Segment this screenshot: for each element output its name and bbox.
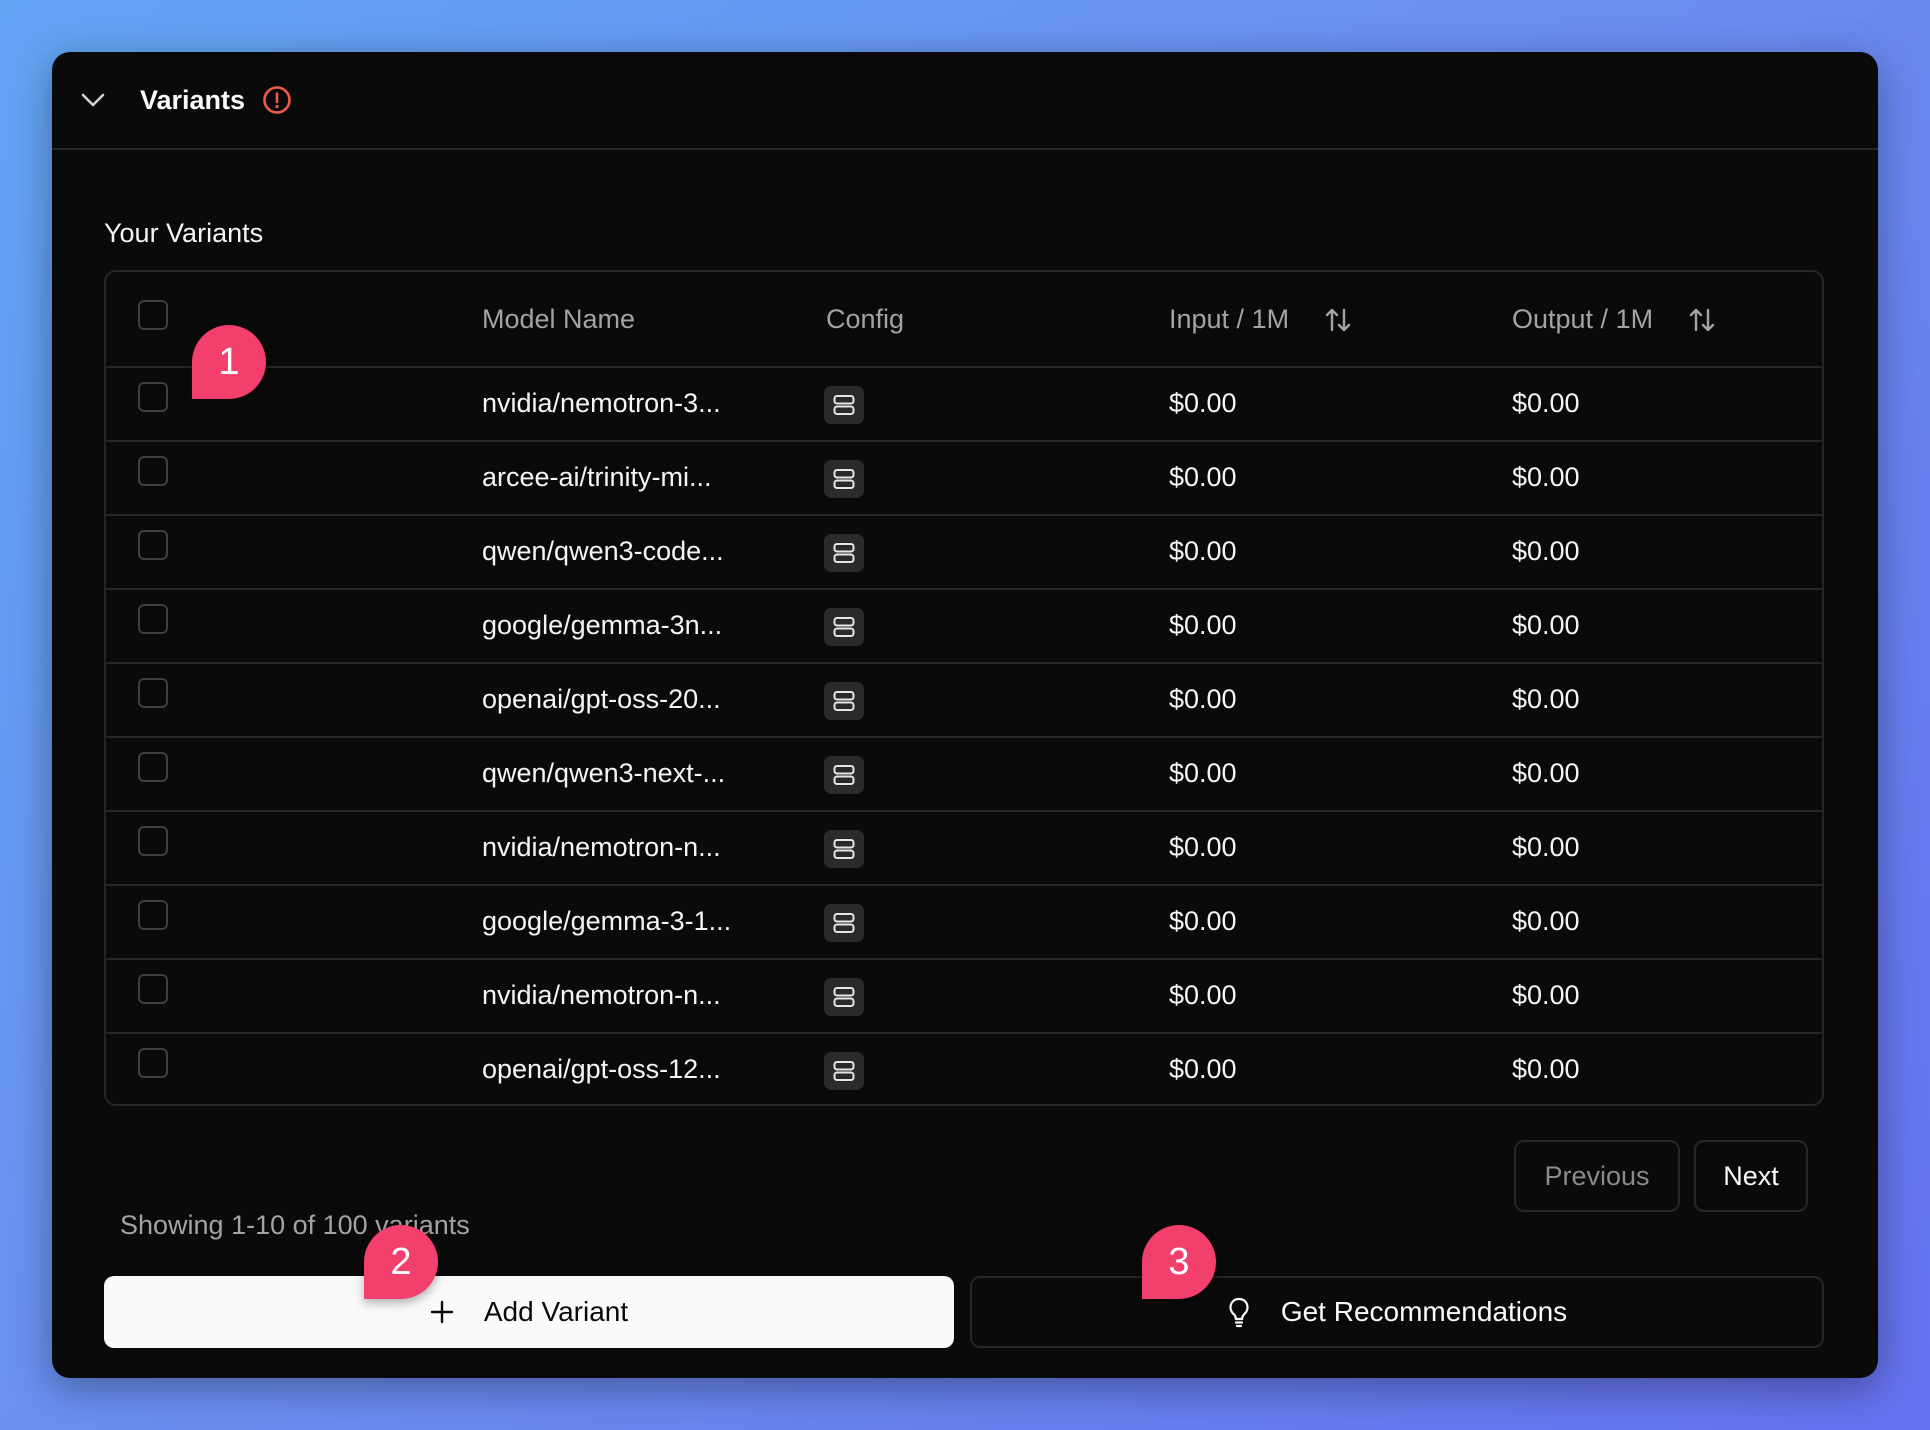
config-icon[interactable]: [824, 756, 864, 794]
row-checkbox[interactable]: [138, 604, 168, 634]
column-output: Output / 1M: [1512, 304, 1717, 335]
get-recommendations-label: Get Recommendations: [1280, 1296, 1568, 1327]
config-icon[interactable]: [824, 904, 864, 942]
variants-panel: Variants Your Variants Model Name Config…: [52, 52, 1878, 1378]
model-name-cell: openai/gpt-oss-20...: [482, 684, 721, 714]
model-name-cell: openai/gpt-oss-12...: [482, 1054, 721, 1084]
alert-circle-icon: [261, 84, 293, 116]
row-checkbox[interactable]: [138, 900, 168, 930]
row-checkbox[interactable]: [138, 974, 168, 1004]
output-price-cell: $0.00: [1512, 832, 1580, 862]
model-name-cell: qwen/qwen3-code...: [482, 536, 724, 566]
input-price-cell: $0.00: [1169, 1054, 1237, 1084]
table-row[interactable]: google/gemma-3n... $0.00 $0.00: [106, 590, 1822, 664]
row-checkbox[interactable]: [138, 382, 168, 412]
column-input: Input / 1M: [1169, 304, 1353, 335]
table-row[interactable]: arcee-ai/trinity-mi... $0.00 $0.00: [106, 442, 1822, 516]
previous-button[interactable]: Previous: [1514, 1140, 1680, 1212]
next-button[interactable]: Next: [1694, 1140, 1808, 1212]
table-row[interactable]: qwen/qwen3-next-... $0.00 $0.00: [106, 738, 1822, 812]
table-row[interactable]: nvidia/nemotron-3... $0.00 $0.00: [106, 368, 1822, 442]
table-row[interactable]: nvidia/nemotron-n... $0.00 $0.00: [106, 812, 1822, 886]
model-name-cell: google/gemma-3-1...: [482, 906, 732, 936]
input-price-cell: $0.00: [1169, 536, 1237, 566]
get-recommendations-button[interactable]: Get Recommendations: [970, 1276, 1824, 1348]
callout-badge-1: 1: [192, 325, 266, 399]
plus-icon: [430, 1300, 454, 1324]
input-price-cell: $0.00: [1169, 980, 1237, 1010]
input-price-cell: $0.00: [1169, 684, 1237, 714]
table-row[interactable]: openai/gpt-oss-20... $0.00 $0.00: [106, 664, 1822, 738]
add-variant-button[interactable]: Add Variant: [104, 1276, 954, 1348]
lightbulb-icon: [1227, 1296, 1251, 1328]
callout-badge-3: 3: [1142, 1225, 1216, 1299]
row-checkbox[interactable]: [138, 1048, 168, 1078]
add-variant-label: Add Variant: [483, 1296, 629, 1327]
model-name-cell: nvidia/nemotron-n...: [482, 980, 721, 1010]
output-price-cell: $0.00: [1512, 758, 1580, 788]
column-model-name: Model Name: [482, 304, 636, 334]
config-icon[interactable]: [824, 460, 864, 498]
row-checkbox[interactable]: [138, 456, 168, 486]
input-price-cell: $0.00: [1169, 388, 1237, 418]
row-checkbox[interactable]: [138, 678, 168, 708]
model-name-cell: qwen/qwen3-next-...: [482, 758, 726, 788]
output-price-cell: $0.00: [1512, 906, 1580, 936]
output-price-cell: $0.00: [1512, 536, 1580, 566]
input-price-cell: $0.00: [1169, 906, 1237, 936]
output-price-cell: $0.00: [1512, 980, 1580, 1010]
variants-table: Model Name Config Input / 1M Output / 1M…: [104, 270, 1824, 1106]
column-config: Config: [826, 304, 905, 334]
config-icon[interactable]: [824, 534, 864, 572]
table-header-row: Model Name Config Input / 1M Output / 1M: [106, 272, 1822, 368]
output-price-cell: $0.00: [1512, 1054, 1580, 1084]
input-price-cell: $0.00: [1169, 610, 1237, 640]
config-icon[interactable]: [824, 830, 864, 868]
sort-icon[interactable]: [1323, 305, 1353, 335]
config-icon[interactable]: [824, 608, 864, 646]
panel-title: Variants: [140, 84, 246, 115]
row-checkbox[interactable]: [138, 530, 168, 560]
output-price-cell: $0.00: [1512, 684, 1580, 714]
row-checkbox[interactable]: [138, 752, 168, 782]
output-price-cell: $0.00: [1512, 610, 1580, 640]
input-price-cell: $0.00: [1169, 758, 1237, 788]
column-input-label: Input / 1M: [1169, 304, 1290, 334]
chevron-down-icon[interactable]: [78, 85, 108, 115]
config-icon[interactable]: [824, 386, 864, 424]
callout-badge-2: 2: [364, 1225, 438, 1299]
model-name-cell: nvidia/nemotron-3...: [482, 388, 721, 418]
table-row[interactable]: nvidia/nemotron-n... $0.00 $0.00: [106, 960, 1822, 1034]
row-checkbox[interactable]: [138, 826, 168, 856]
output-price-cell: $0.00: [1512, 388, 1580, 418]
sort-icon[interactable]: [1687, 305, 1717, 335]
input-price-cell: $0.00: [1169, 832, 1237, 862]
input-price-cell: $0.00: [1169, 462, 1237, 492]
config-icon[interactable]: [824, 978, 864, 1016]
panel-header: Variants: [52, 52, 1878, 150]
section-title: Your Variants: [104, 218, 264, 248]
select-all-checkbox[interactable]: [138, 300, 168, 330]
table-row[interactable]: qwen/qwen3-code... $0.00 $0.00: [106, 516, 1822, 590]
model-name-cell: arcee-ai/trinity-mi...: [482, 462, 712, 492]
model-name-cell: google/gemma-3n...: [482, 610, 723, 640]
column-output-label: Output / 1M: [1512, 304, 1654, 334]
model-name-cell: nvidia/nemotron-n...: [482, 832, 721, 862]
config-icon[interactable]: [824, 1052, 864, 1090]
config-icon[interactable]: [824, 682, 864, 720]
table-row[interactable]: openai/gpt-oss-12... $0.00 $0.00: [106, 1034, 1822, 1104]
output-price-cell: $0.00: [1512, 462, 1580, 492]
table-row[interactable]: google/gemma-3-1... $0.00 $0.00: [106, 886, 1822, 960]
